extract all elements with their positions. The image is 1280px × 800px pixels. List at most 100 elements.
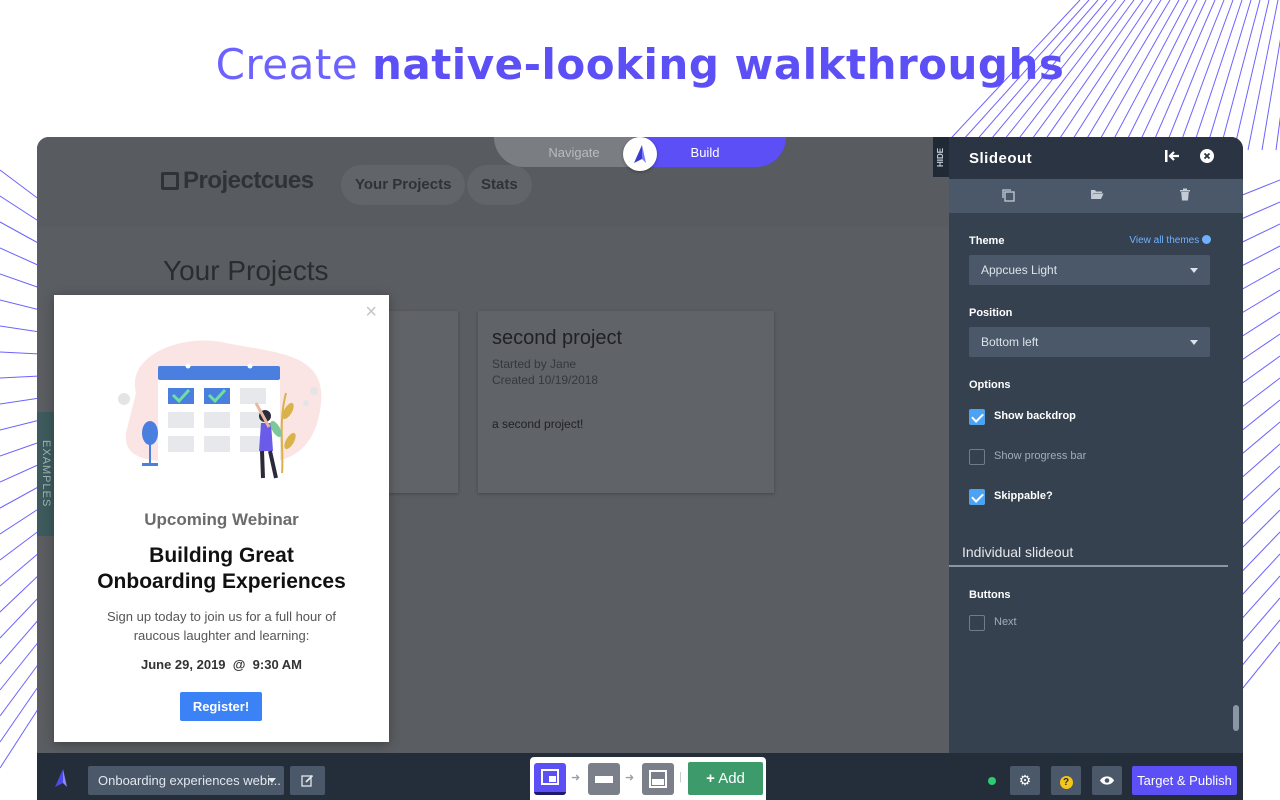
plus-icon: +: [706, 770, 715, 787]
page-title: Your Projects: [163, 255, 329, 286]
theme-select[interactable]: Appcues Light: [969, 255, 1210, 285]
option-label: Show backdrop: [994, 410, 1076, 422]
headline: Create native-looking walkthroughs: [0, 40, 1280, 89]
flow-select-value: Onboarding experiences webi...: [98, 773, 281, 788]
view-all-themes-link[interactable]: View all themes: [1129, 235, 1211, 246]
register-button[interactable]: Register!: [180, 692, 262, 721]
nav-your-projects[interactable]: Your Projects: [341, 165, 466, 205]
step-banner[interactable]: [588, 763, 620, 795]
background-line: [0, 273, 41, 289]
theme-select-value: Appcues Light: [981, 263, 1058, 277]
add-step-label: Add: [718, 770, 745, 787]
step-selector: ➜ ➜ | + Add: [530, 757, 766, 800]
folder-open-icon[interactable]: [1089, 188, 1105, 204]
bottom-toolbar: Onboarding experiences webi... ➜ ➜ | + A…: [37, 753, 1243, 800]
checkbox-checked-icon[interactable]: [969, 489, 985, 505]
background-line: [0, 639, 41, 691]
option-label: Next: [994, 616, 1017, 628]
card-created: Created 10/19/2018: [492, 373, 599, 387]
arrow-right-icon: ➜: [625, 772, 635, 784]
background-line: [0, 441, 41, 457]
background-line: [0, 705, 41, 769]
individual-slideout-heading: Individual slideout: [962, 544, 1074, 560]
background-line: [0, 683, 41, 743]
background-line: [0, 661, 41, 717]
appcues-logo-icon[interactable]: [623, 137, 657, 171]
background-line: [0, 617, 41, 665]
mode-toggle[interactable]: Navigate Build: [494, 137, 786, 171]
section-divider: [949, 565, 1228, 567]
theme-label: Theme: [969, 235, 1005, 247]
checkbox-empty-icon[interactable]: [969, 615, 985, 631]
option-label: Skippable?: [994, 490, 1053, 502]
project-card[interactable]: [377, 311, 458, 493]
position-label: Position: [969, 307, 1013, 319]
checkbox-checked-icon[interactable]: [969, 409, 985, 425]
collapse-icon[interactable]: [1163, 149, 1181, 167]
appcues-logo-icon: [53, 769, 69, 792]
flow-select[interactable]: Onboarding experiences webi...: [88, 766, 284, 795]
step-slideout[interactable]: [534, 763, 566, 795]
modal-body: Sign up today to join us for a full hour…: [106, 609, 337, 643]
target-publish-button[interactable]: Target & Publish: [1132, 766, 1237, 795]
background-line: [0, 595, 41, 639]
close-panel-icon[interactable]: [1198, 149, 1216, 167]
card-description: a second project!: [492, 417, 584, 431]
navigate-mode[interactable]: Navigate: [494, 137, 644, 167]
card-title: second project: [492, 327, 623, 349]
edit-icon[interactable]: [290, 766, 325, 795]
background-line: [0, 419, 41, 431]
modal-title: Building Great Onboarding Experiences: [54, 543, 389, 595]
position-select[interactable]: Bottom left: [969, 327, 1210, 357]
background-line: [0, 507, 41, 535]
options-label: Options: [969, 379, 1011, 391]
close-icon[interactable]: ×: [365, 301, 377, 324]
modal-title-line1: Building Great: [149, 544, 294, 567]
background-line: [0, 485, 41, 509]
buttons-label: Buttons: [969, 589, 1011, 601]
step-modal[interactable]: [642, 763, 674, 795]
site-logo-text: Projectcues: [183, 167, 314, 194]
help-icon[interactable]: ?: [1051, 766, 1081, 795]
examples-tab[interactable]: EXAMPLES: [37, 412, 55, 536]
panel-title: Slideout: [969, 150, 1033, 167]
option-label: Show progress bar: [994, 450, 1087, 462]
panel-toolbar: [949, 179, 1243, 213]
panel-header: Slideout: [949, 137, 1243, 179]
caret-down-icon: [1190, 268, 1198, 273]
project-card-second[interactable]: second project Started by Jane Created 1…: [478, 311, 774, 493]
headline-prefix: Create: [215, 40, 372, 89]
settings-gear-icon[interactable]: ⚙: [1010, 766, 1040, 795]
caret-down-icon: [1190, 340, 1198, 345]
background-line: [0, 325, 41, 333]
customer-site: Projectcues Your Projects Stats Your Pro…: [37, 137, 949, 753]
view-all-themes-text: View all themes: [1129, 235, 1200, 246]
background-line: [0, 351, 41, 355]
calendar-illustration: [118, 340, 322, 479]
app-window: Projectcues Your Projects Stats Your Pro…: [37, 137, 1243, 800]
arrow-circle-icon: [1202, 235, 1211, 244]
site-header: Projectcues Your Projects Stats: [37, 137, 949, 227]
duplicate-icon[interactable]: [1000, 188, 1016, 204]
preview-eye-icon[interactable]: [1092, 766, 1122, 795]
trash-icon[interactable]: [1177, 188, 1193, 204]
checkbox-empty-icon[interactable]: [969, 449, 985, 465]
webinar-slideout: × Upcoming Webinar Building Great Onboar…: [54, 295, 389, 742]
card-started-by: Started by Jane: [492, 357, 577, 371]
add-step-button[interactable]: + Add: [688, 762, 763, 795]
checkbox-logo-icon: [161, 172, 179, 190]
background-line: [0, 299, 41, 311]
background-line: [0, 463, 41, 483]
panel-scrollbar[interactable]: [1233, 705, 1239, 731]
background-line: [0, 247, 41, 267]
help-circle: ?: [1059, 776, 1073, 789]
arrow-right-icon: ➜: [571, 772, 581, 784]
background-line: [0, 397, 41, 405]
background-line: [0, 551, 41, 587]
background-line: [0, 169, 41, 201]
nav-stats[interactable]: Stats: [467, 165, 532, 205]
slideout-panel: Slideout Theme View all themes Appcues L…: [949, 137, 1243, 753]
background-line: [0, 529, 41, 561]
hide-panel-tab[interactable]: HIDE: [933, 137, 949, 177]
divider-icon: |: [679, 771, 682, 783]
